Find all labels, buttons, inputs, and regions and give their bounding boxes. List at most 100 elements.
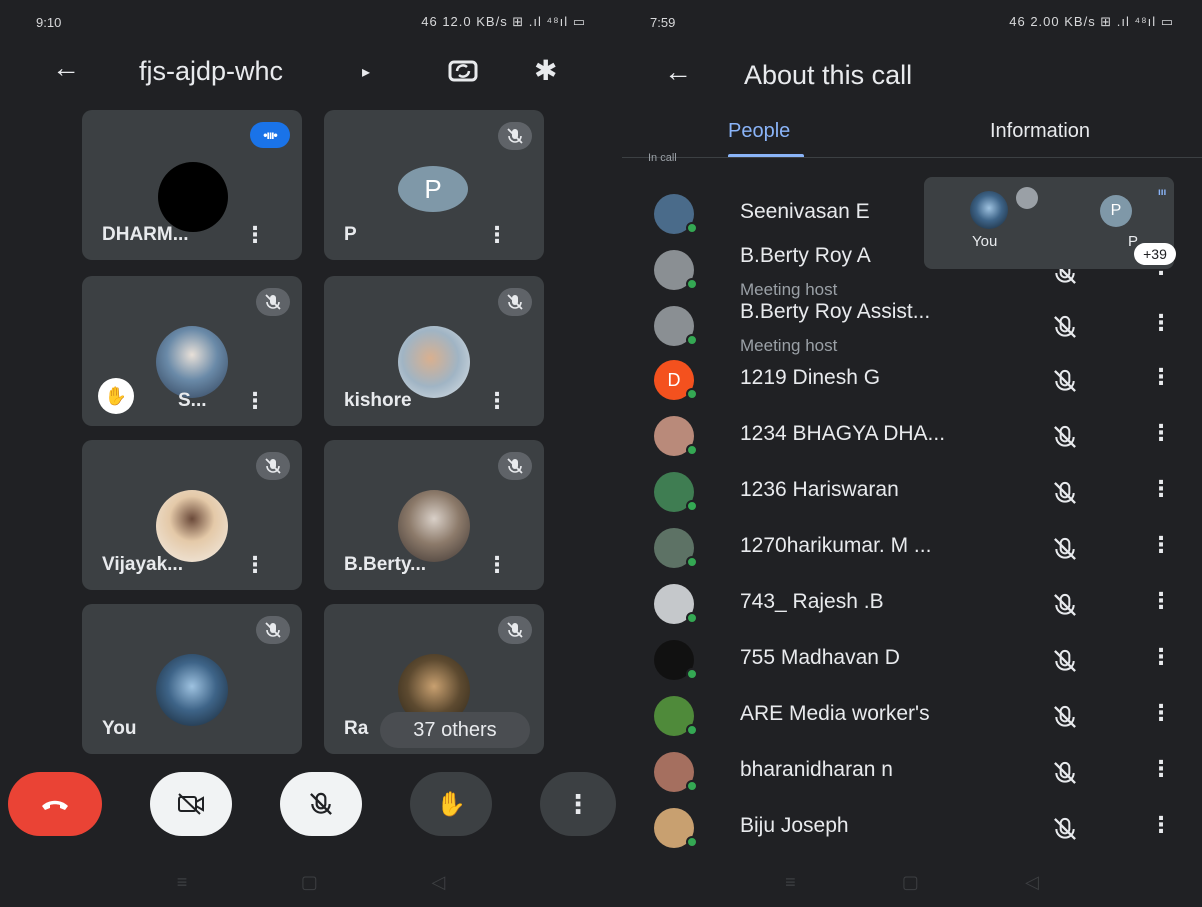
more-options-icon[interactable]: ⋮ [1150, 364, 1172, 390]
participant-tile[interactable]: Vijayak... ⋮ [82, 440, 302, 590]
status-time: 9:10 [36, 14, 62, 30]
mic-off-icon [1052, 480, 1078, 506]
mic-off-icon [1052, 816, 1078, 842]
more-options-icon[interactable]: ⋮ [244, 388, 266, 414]
back-nav-icon[interactable]: ◁ [431, 872, 445, 893]
tile-name: Vijayak... [102, 554, 183, 575]
online-status-dot [686, 724, 698, 736]
participant-row[interactable]: 1236 Hariswaran ⋮ [622, 464, 1202, 520]
meeting-code[interactable]: fjs-ajdp-whc [139, 56, 283, 87]
status-bar: 9:10 46 12.0 KB/s ⊞ .ıl ⁴⁸ıl ▭ [0, 0, 622, 44]
speaking-indicator-icon: •ııı• [250, 122, 290, 148]
participant-row[interactable]: 743_ Rajesh .B ⋮ [622, 576, 1202, 632]
mic-off-icon [1052, 592, 1078, 618]
participant-tile[interactable]: B.Berty... ⋮ [324, 440, 544, 590]
tile-name: You [102, 718, 137, 739]
participant-name: Biju Joseph [740, 814, 849, 837]
participant-name: 1236 Hariswaran [740, 478, 899, 501]
participant-row[interactable]: 755 Madhavan D ⋮ [622, 632, 1202, 688]
microphone-toggle-button[interactable] [280, 772, 362, 836]
more-options-icon[interactable]: ⋮ [1150, 588, 1172, 614]
participant-row[interactable]: Biju Joseph ⋮ [622, 800, 1202, 856]
more-options-icon[interactable]: ⋮ [1150, 812, 1172, 838]
online-status-dot [686, 612, 698, 624]
chevron-right-icon[interactable]: ▸ [362, 62, 370, 82]
participant-row[interactable]: ARE Media worker's ⋮ [622, 688, 1202, 744]
participant-row[interactable]: B.Berty Roy Assist... Meeting host ⋮ [622, 298, 1202, 355]
end-call-button[interactable] [8, 772, 102, 836]
home-nav-icon[interactable]: ▢ [902, 872, 919, 893]
more-options-icon[interactable]: ⋮ [486, 552, 508, 578]
participant-row[interactable]: D 1219 Dinesh G ⋮ [622, 352, 1202, 408]
participant-name: Seenivasan E [740, 200, 870, 223]
recents-nav-icon[interactable]: ≡ [785, 872, 796, 893]
mic-off-icon [1052, 368, 1078, 394]
others-count-badge[interactable]: 37 others [380, 712, 530, 748]
tab-people[interactable]: People [728, 120, 790, 143]
more-options-icon[interactable]: ⋮ [1150, 476, 1172, 502]
speaking-indicator-icon: ııı [1158, 187, 1167, 198]
participant-name: 1270harikumar. M ... [740, 534, 932, 557]
more-options-icon[interactable]: ⋮ [1150, 420, 1172, 446]
participant-row[interactable]: 1270harikumar. M ... ⋮ [622, 520, 1202, 576]
participant-name: 743_ Rajesh .B [740, 590, 884, 613]
more-options-icon[interactable]: ⋮ [1150, 310, 1172, 336]
mic-off-icon [498, 122, 532, 150]
pip-count-badge: +39 [1134, 243, 1176, 265]
mic-off-icon [1016, 187, 1038, 209]
avatar [398, 490, 470, 562]
back-arrow-icon[interactable]: ← [664, 56, 692, 88]
more-options-button[interactable]: ⋮ [540, 772, 616, 836]
camera-toggle-button[interactable] [150, 772, 232, 836]
online-status-dot [686, 668, 698, 680]
participant-row[interactable]: 1234 BHAGYA DHA... ⋮ [622, 408, 1202, 464]
mic-off-icon [1052, 536, 1078, 562]
camera-off-icon [178, 793, 204, 815]
recents-nav-icon[interactable]: ≡ [177, 872, 188, 893]
pip-preview[interactable]: You P ııı P +39 [924, 177, 1176, 269]
avatar [156, 326, 228, 398]
raise-hand-button[interactable]: ✋ [410, 772, 492, 836]
participant-tile[interactable]: ✋ S... ⋮ [82, 276, 302, 426]
more-options-icon[interactable]: ⋮ [1150, 644, 1172, 670]
back-nav-icon[interactable]: ◁ [1025, 872, 1039, 893]
participant-name: bharanidharan n [740, 758, 893, 781]
mic-off-icon [1052, 314, 1078, 340]
more-options-icon[interactable]: ⋮ [486, 222, 508, 248]
more-options-icon[interactable]: ⋮ [244, 552, 266, 578]
tile-name: P [344, 224, 357, 245]
participant-tile[interactable]: You [82, 604, 302, 754]
section-label: In call [648, 152, 677, 161]
meeting-top-bar: ← fjs-ajdp-whc ▸ ✱ [0, 46, 622, 106]
avatar [156, 654, 228, 726]
participant-tile[interactable]: kishore ⋮ [324, 276, 544, 426]
back-arrow-icon[interactable]: ← [52, 52, 80, 84]
online-status-dot [686, 500, 698, 512]
more-options-icon[interactable]: ⋮ [1150, 756, 1172, 782]
more-options-icon[interactable]: ⋮ [1150, 700, 1172, 726]
bluetooth-audio-icon[interactable]: ✱ [534, 54, 557, 87]
raised-hand-icon: ✋ [98, 378, 134, 414]
participant-name: ARE Media worker's [740, 702, 930, 725]
mic-off-icon [256, 288, 290, 316]
tab-information[interactable]: Information [990, 120, 1090, 143]
more-options-icon[interactable]: ⋮ [1150, 532, 1172, 558]
status-indicators: 46 12.0 KB/s ⊞ .ıl ⁴⁸ıl ▭ [421, 14, 586, 29]
mic-off-icon [310, 792, 332, 815]
active-tab-indicator [728, 154, 804, 157]
status-bar: 7:59 46 2.00 KB/s ⊞ .ıl ⁴⁸ıl ▭ [622, 0, 1202, 44]
switch-camera-icon[interactable] [448, 56, 478, 86]
tile-name: B.Berty... [344, 554, 427, 575]
more-options-icon[interactable]: ⋮ [486, 388, 508, 414]
tile-name: DHARM... [102, 224, 189, 245]
home-nav-icon[interactable]: ▢ [301, 872, 318, 893]
more-options-icon[interactable]: ⋮ [244, 222, 266, 248]
online-status-dot [686, 334, 698, 346]
participant-row[interactable]: bharanidharan n ⋮ [622, 744, 1202, 800]
participant-name: 1219 Dinesh G [740, 366, 881, 389]
meeting-screen: 9:10 46 12.0 KB/s ⊞ .ıl ⁴⁸ıl ▭ ← fjs-ajd… [0, 0, 622, 907]
online-status-dot [686, 222, 698, 234]
avatar [398, 326, 470, 398]
participant-tile[interactable]: P P ⋮ [324, 110, 544, 260]
participant-tile[interactable]: •ııı• DHARM... ⋮ [82, 110, 302, 260]
